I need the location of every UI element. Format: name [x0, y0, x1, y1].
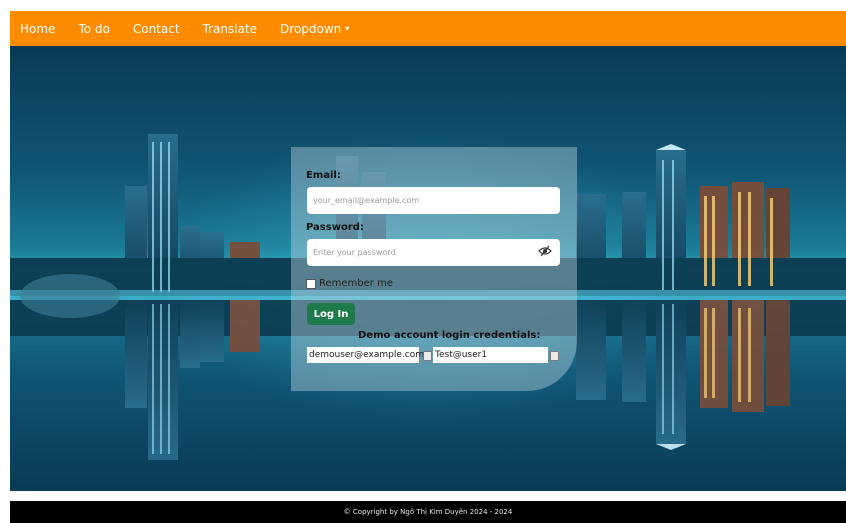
page-footer: © Copyright by Ngô Thị Kim Duyên 2024 - …: [10, 501, 846, 523]
top-navbar: Home To do Contact Translate Dropdown ▾: [10, 11, 846, 46]
demo-credentials-title: Demo account login credentials:: [358, 330, 541, 341]
password-placeholder: Enter your password: [313, 248, 396, 257]
login-button[interactable]: Log In: [307, 303, 355, 325]
nav-home[interactable]: Home: [20, 22, 55, 36]
chevron-down-icon: ▾: [345, 24, 350, 33]
nav-translate[interactable]: Translate: [203, 22, 258, 36]
password-label: Password:: [306, 222, 364, 233]
copy-icon[interactable]: [423, 351, 432, 361]
eye-slash-icon[interactable]: [538, 245, 552, 257]
nav-contact[interactable]: Contact: [133, 22, 180, 36]
copyright-text: © Copyright by Ngô Thị Kim Duyên 2024 - …: [343, 508, 513, 516]
copy-icon[interactable]: [550, 351, 559, 361]
remember-me-row: Remember me: [306, 278, 393, 289]
demo-password-field[interactable]: Test@user1: [433, 347, 548, 363]
email-input[interactable]: your_email@example.com: [307, 187, 560, 214]
demo-email-field[interactable]: demouser@example.com: [307, 347, 424, 363]
remember-me-checkbox[interactable]: [306, 278, 316, 289]
nav-dropdown[interactable]: Dropdown ▾: [280, 22, 349, 36]
email-label: Email:: [306, 170, 341, 181]
password-input[interactable]: Enter your password: [307, 239, 560, 266]
nav-todo[interactable]: To do: [78, 22, 109, 36]
remember-me-label: Remember me: [319, 278, 393, 289]
nav-dropdown-label: Dropdown: [280, 21, 342, 36]
